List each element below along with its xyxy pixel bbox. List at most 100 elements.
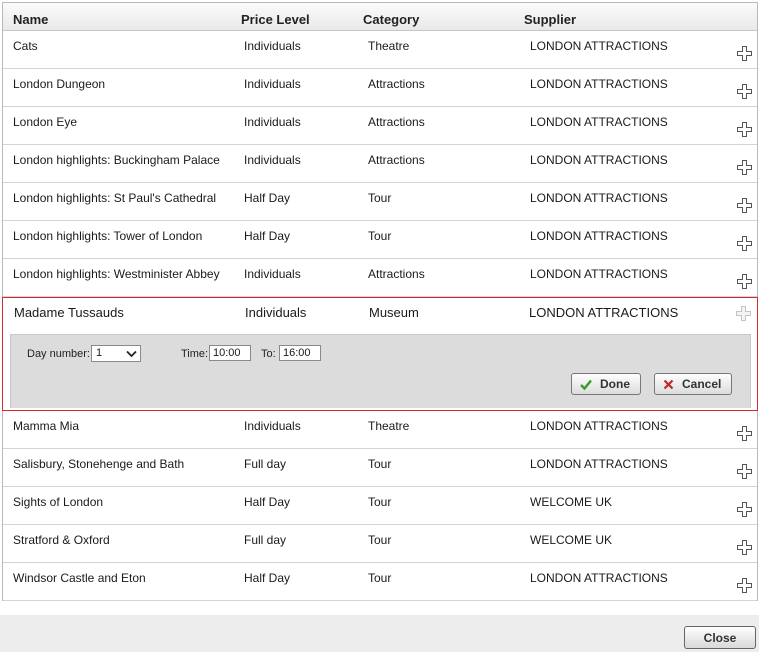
table-row[interactable]: Windsor Castle and Eton Half Day Tour LO… — [3, 563, 757, 601]
row-category: Theatre — [368, 419, 410, 433]
row-price-level: Half Day — [244, 571, 291, 585]
row-price-level: Half Day — [244, 229, 291, 243]
dialog-footer: Close — [0, 615, 759, 652]
row-supplier: LONDON ATTRACTIONS — [530, 115, 668, 129]
row-name: London highlights: Westminister Abbey — [13, 267, 220, 281]
row-supplier: WELCOME UK — [530, 533, 613, 547]
table-row[interactable]: Stratford & Oxford Full day Tour WELCOME… — [3, 525, 757, 563]
row-price-level: Individuals — [244, 77, 301, 91]
row-name: Madame Tussauds — [14, 305, 124, 320]
row-supplier: WELCOME UK — [530, 495, 613, 509]
table-row[interactable]: Mamma Mia Individuals Theatre LONDON ATT… — [3, 411, 757, 449]
selected-row[interactable]: Madame Tussauds Individuals Museum LONDO… — [2, 297, 758, 411]
add-icon[interactable] — [737, 426, 752, 441]
add-icon[interactable] — [737, 274, 752, 289]
row-name: Cats — [13, 39, 38, 53]
day-number-label: Day number: — [27, 348, 90, 360]
add-icon[interactable] — [737, 502, 752, 517]
table-body-before: Cats Individuals Theatre LONDON ATTRACTI… — [3, 31, 757, 297]
row-category: Tour — [368, 495, 392, 509]
row-supplier: LONDON ATTRACTIONS — [530, 571, 668, 585]
close-button[interactable]: Close — [684, 626, 756, 649]
row-category: Attractions — [368, 77, 425, 91]
row-category: Museum — [369, 305, 419, 320]
table-row[interactable]: Sights of London Half Day Tour WELCOME U… — [3, 487, 757, 525]
row-supplier: LONDON ATTRACTIONS — [530, 191, 668, 205]
row-supplier: LONDON ATTRACTIONS — [530, 267, 668, 281]
row-category: Tour — [368, 191, 392, 205]
add-icon[interactable] — [737, 46, 752, 61]
row-price-level: Full day — [244, 457, 287, 471]
time-to-input[interactable]: 16:00 — [279, 345, 321, 361]
row-supplier: LONDON ATTRACTIONS — [530, 39, 668, 53]
row-price-level: Individuals — [244, 267, 301, 281]
row-category: Tour — [368, 457, 392, 471]
row-category: Attractions — [368, 267, 425, 281]
check-icon — [580, 379, 592, 390]
row-name: London Eye — [13, 115, 78, 129]
schedule-editor: Day number: 1 Time: 10:00 To: 16:00 Done… — [10, 334, 751, 408]
row-price-level: Individuals — [244, 153, 301, 167]
add-icon[interactable] — [736, 306, 751, 321]
row-name: London highlights: St Paul's Cathedral — [13, 191, 217, 205]
row-price-level: Individuals — [244, 419, 301, 433]
cancel-button[interactable]: Cancel — [654, 373, 733, 395]
row-supplier: LONDON ATTRACTIONS — [530, 229, 668, 243]
add-icon[interactable] — [737, 84, 752, 99]
add-icon[interactable] — [737, 236, 752, 251]
table-row[interactable]: Salisbury, Stonehenge and Bath Full day … — [3, 449, 757, 487]
row-supplier: LONDON ATTRACTIONS — [530, 419, 668, 433]
table-header: Name Price Level Category Supplier — [3, 3, 757, 31]
table-row[interactable]: Cats Individuals Theatre LONDON ATTRACTI… — [3, 31, 757, 69]
column-header-category[interactable]: Category — [363, 12, 419, 27]
chevron-down-icon — [126, 350, 137, 358]
row-category: Theatre — [368, 39, 410, 53]
row-name: Salisbury, Stonehenge and Bath — [13, 457, 185, 471]
add-icon[interactable] — [737, 160, 752, 175]
row-category: Tour — [368, 229, 392, 243]
table-row[interactable]: London Eye Individuals Attractions LONDO… — [3, 107, 757, 145]
row-category: Attractions — [368, 153, 425, 167]
row-supplier: LONDON ATTRACTIONS — [530, 153, 668, 167]
table-row[interactable]: London Dungeon Individuals Attractions L… — [3, 69, 757, 107]
column-header-supplier[interactable]: Supplier — [524, 12, 576, 27]
column-header-price-level[interactable]: Price Level — [241, 12, 310, 27]
row-name: London Dungeon — [13, 77, 106, 91]
table-row[interactable]: London highlights: Buckingham Palace Ind… — [3, 145, 757, 183]
add-icon[interactable] — [737, 540, 752, 555]
row-name: London highlights: Tower of London — [13, 229, 203, 243]
row-price-level: Half Day — [244, 191, 291, 205]
row-category: Attractions — [368, 115, 425, 129]
cancel-label: Cancel — [682, 377, 722, 391]
day-number-value: 1 — [96, 347, 103, 359]
table-row[interactable]: London highlights: Tower of London Half … — [3, 221, 757, 259]
row-name: Windsor Castle and Eton — [13, 571, 146, 585]
day-number-select[interactable]: 1 — [91, 345, 141, 362]
table-row[interactable]: London highlights: St Paul's Cathedral H… — [3, 183, 757, 221]
add-icon[interactable] — [737, 122, 752, 137]
row-name: Stratford & Oxford — [13, 533, 110, 547]
row-name: London highlights: Buckingham Palace — [13, 153, 220, 167]
done-button[interactable]: Done — [571, 373, 641, 395]
column-header-name[interactable]: Name — [13, 12, 48, 27]
time-label: Time: — [181, 348, 209, 360]
attractions-table: Name Price Level Category Supplier Cats … — [2, 2, 758, 601]
add-icon[interactable] — [737, 578, 752, 593]
row-price-level: Individuals — [244, 115, 301, 129]
row-price-level: Individuals — [245, 305, 307, 320]
add-icon[interactable] — [737, 198, 752, 213]
row-price-level: Individuals — [244, 39, 301, 53]
add-icon[interactable] — [737, 464, 752, 479]
row-category: Tour — [368, 571, 392, 585]
row-supplier: LONDON ATTRACTIONS — [530, 77, 668, 91]
row-supplier: LONDON ATTRACTIONS — [530, 457, 668, 471]
row-name: Mamma Mia — [13, 419, 80, 433]
row-name: Sights of London — [13, 495, 104, 509]
table-row[interactable]: London highlights: Westminister Abbey In… — [3, 259, 757, 297]
row-price-level: Half Day — [244, 495, 291, 509]
close-icon — [663, 379, 674, 389]
to-label: To: — [261, 348, 276, 360]
time-from-input[interactable]: 10:00 — [209, 345, 251, 361]
row-price-level: Full day — [244, 533, 287, 547]
row-supplier: LONDON ATTRACTIONS — [529, 305, 679, 320]
